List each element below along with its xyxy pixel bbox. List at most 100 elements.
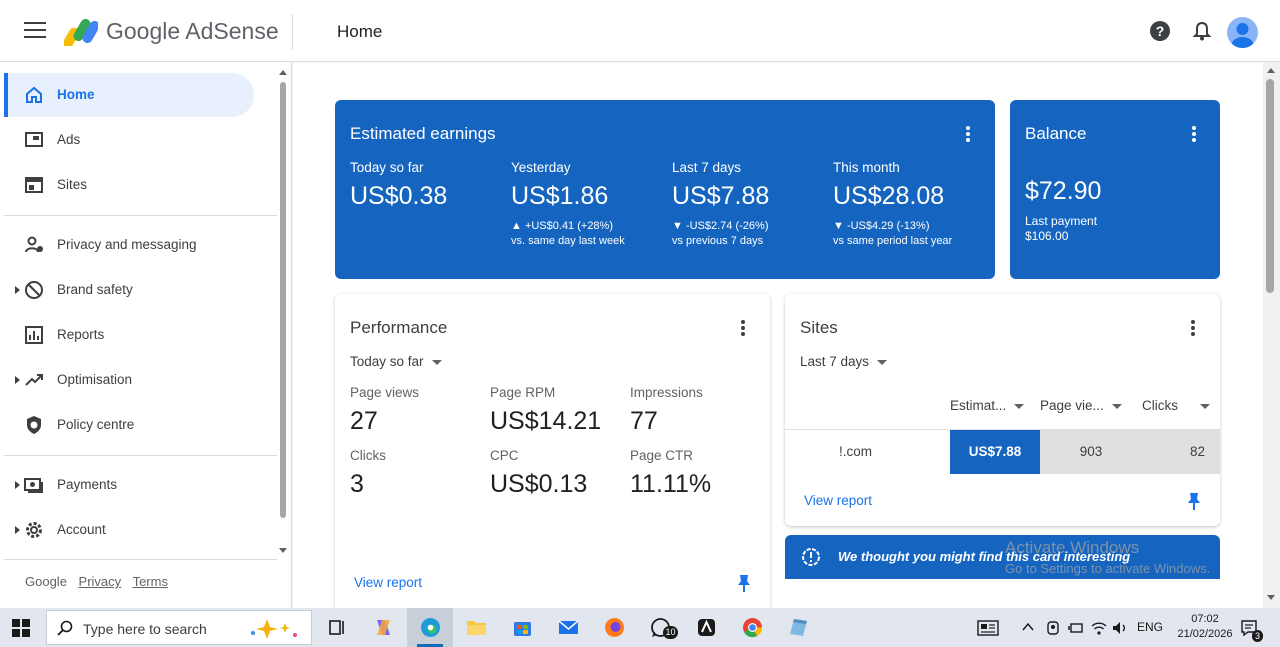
more-options-icon[interactable]	[1192, 126, 1196, 142]
taskbar-copilot[interactable]	[360, 608, 406, 647]
site-name-cell[interactable]: !.com	[785, 430, 950, 474]
search-highlight-sparkle-icon	[251, 619, 297, 639]
sidebar-item-payments[interactable]: Payments	[4, 463, 254, 507]
taskbar-mail[interactable]	[545, 608, 591, 647]
sidebar-item-sites[interactable]: Sites	[4, 163, 254, 207]
sidebar-item-account[interactable]: Account	[4, 508, 254, 552]
taskbar-firefox[interactable]	[591, 608, 637, 647]
taskbar-notes-app[interactable]	[775, 608, 821, 647]
last7-compare: vs previous 7 days	[672, 235, 764, 247]
view-report-link[interactable]: View report	[354, 575, 422, 590]
sidebar-divider	[4, 455, 277, 456]
more-options-icon[interactable]	[741, 320, 745, 336]
sidebar-item-optimisation[interactable]: Optimisation	[4, 358, 254, 402]
clock-time: 07:02	[1191, 613, 1219, 625]
sidebar-item-label: Payments	[57, 477, 118, 492]
view-report-link[interactable]: View report	[804, 493, 872, 508]
last-payment-value: $106.00	[1025, 229, 1069, 243]
sidebar-item-privacy-and-messaging[interactable]: Privacy and messaging	[4, 223, 254, 267]
wifi-icon[interactable]	[1091, 620, 1107, 636]
more-options-icon[interactable]	[966, 126, 970, 142]
terms-link[interactable]: Terms	[133, 574, 168, 589]
help-icon[interactable]: ?	[1149, 20, 1171, 42]
column-header-label: Page vie...	[1040, 398, 1104, 413]
scroll-down-arrow-icon[interactable]	[1267, 595, 1275, 600]
sidebar-item-ads[interactable]: Ads	[4, 118, 254, 162]
balance-value: $72.90	[1025, 177, 1102, 205]
privacy-link[interactable]: Privacy	[79, 574, 122, 589]
metric-label: Page views	[350, 385, 420, 400]
volume-icon[interactable]	[1112, 620, 1128, 636]
card-title: Estimated earnings	[350, 124, 496, 143]
column-header-clicks[interactable]: Clicks	[1142, 398, 1210, 413]
news-widget-icon[interactable]	[977, 620, 999, 636]
sidebar-item-label: Optimisation	[57, 372, 133, 387]
sidebar-item-brand-safety[interactable]: Brand safety	[4, 268, 254, 312]
main-content: Estimated earnings Today so far US$0.38 …	[293, 63, 1263, 608]
taskbar-clock[interactable]: 07:02 21/02/2026	[1170, 612, 1240, 642]
sidebar-item-label: Home	[57, 87, 95, 102]
expand-caret-icon	[15, 286, 20, 294]
card-title: Performance	[350, 318, 448, 337]
hamburger-menu-icon[interactable]	[24, 22, 46, 40]
taskbar-chrome[interactable]	[729, 608, 775, 647]
metric-value: US$0.13	[490, 470, 588, 498]
period-dropdown[interactable]: Today so far	[350, 354, 442, 369]
period-dropdown-label: Last 7 days	[800, 354, 870, 369]
folder-icon	[467, 621, 486, 635]
mail-icon	[558, 620, 579, 634]
activate-windows-hint: Go to Settings to activate Windows.	[1005, 561, 1211, 576]
clicks-cell: 82	[1142, 430, 1220, 474]
windows-start-icon[interactable]	[12, 619, 30, 637]
sidebar-item-home[interactable]: Home	[4, 73, 254, 117]
main-scrollbar[interactable]	[1263, 63, 1280, 608]
taskbar-file-explorer[interactable]	[453, 608, 499, 647]
battery-plug-icon[interactable]	[1068, 620, 1084, 636]
metric-label: Clicks	[350, 448, 386, 463]
pin-icon[interactable]	[737, 574, 751, 592]
performance-card: Performance Today so far Page views 27 P…	[335, 294, 770, 608]
store-icon	[514, 622, 531, 636]
last-payment-label: Last payment	[1025, 214, 1098, 228]
sidebar-item-reports[interactable]: Reports	[4, 313, 254, 357]
page-title: Home	[337, 22, 383, 41]
main-scrollbar-thumb[interactable]	[1266, 79, 1274, 293]
column-header-label: Clicks	[1142, 398, 1178, 413]
notifications-bell-icon[interactable]	[1191, 20, 1213, 42]
firefox-icon	[605, 618, 624, 637]
meet-now-icon[interactable]	[1045, 620, 1061, 636]
column-header-label: Estimat...	[950, 398, 1007, 413]
estimated-earnings-cell: US$7.88	[950, 430, 1040, 474]
scroll-down-arrow-icon[interactable]	[279, 548, 287, 553]
sidebar-scrollbar[interactable]	[279, 70, 287, 553]
taskbar-store[interactable]	[499, 608, 545, 647]
scroll-up-arrow-icon[interactable]	[279, 70, 287, 75]
scroll-up-arrow-icon[interactable]	[1267, 68, 1275, 73]
dropdown-arrow-icon	[877, 359, 888, 365]
yesterday-change: ▲ +US$0.41 (+28%)	[511, 220, 613, 232]
column-header-estimated[interactable]: Estimat...	[950, 398, 1025, 413]
show-hidden-icons-chevron-icon[interactable]	[1022, 622, 1034, 632]
whatsapp-unread-badge: 10	[663, 626, 678, 639]
estimated-earnings-card: Estimated earnings Today so far US$0.38 …	[335, 100, 995, 279]
sidebar-item-policy-centre[interactable]: Policy centre	[4, 403, 254, 447]
pin-icon[interactable]	[1187, 492, 1201, 510]
period-dropdown[interactable]: Last 7 days	[800, 354, 888, 369]
sites-card: Sites Last 7 days Estimat... Page vie...…	[785, 294, 1220, 526]
adsense-logo-icon	[64, 18, 98, 46]
more-options-icon[interactable]	[1191, 320, 1195, 336]
taskbar-search-input[interactable]: Type here to search	[46, 610, 312, 645]
account-avatar[interactable]	[1227, 17, 1258, 48]
metric-value: US$14.21	[490, 407, 602, 435]
block-icon	[25, 281, 43, 299]
yesterday-compare: vs. same day last week	[511, 235, 625, 247]
sidebar-scrollbar-thumb[interactable]	[280, 82, 286, 518]
metric-label: Page CTR	[630, 448, 694, 463]
column-header-page-views[interactable]: Page vie...	[1040, 398, 1122, 413]
taskbar-app-a[interactable]	[683, 608, 729, 647]
taskbar-edge[interactable]	[407, 608, 453, 647]
input-language-indicator[interactable]: ENG	[1137, 620, 1163, 634]
clock-date: 21/02/2026	[1177, 628, 1233, 640]
taskbar-whatsapp[interactable]: 10	[637, 608, 683, 647]
task-view-button[interactable]	[314, 608, 360, 647]
